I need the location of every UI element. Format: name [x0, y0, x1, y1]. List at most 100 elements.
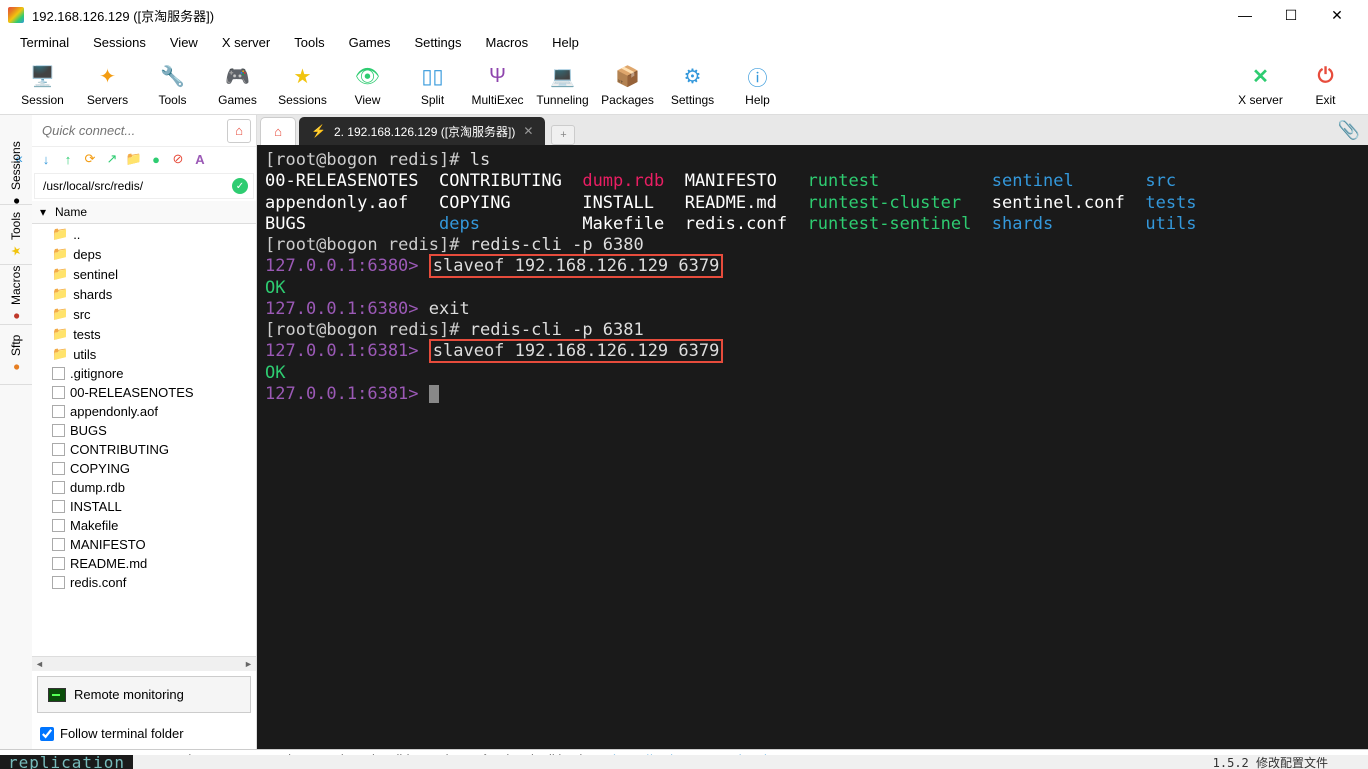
menu-macros[interactable]: Macros — [475, 32, 538, 53]
file-item[interactable]: README.md — [32, 554, 256, 573]
toolbar-games[interactable]: 🎮Games — [205, 62, 270, 107]
upload-icon[interactable]: ↑ — [60, 151, 76, 167]
scroll-left-icon[interactable]: ◄ — [32, 657, 47, 672]
follow-checkbox-input[interactable] — [40, 727, 54, 741]
new-folder-icon[interactable]: 📁 — [126, 151, 142, 167]
scrollbar-horizontal[interactable]: ◄ ► — [32, 656, 256, 671]
menu-xserver[interactable]: X server — [212, 32, 280, 53]
side-tab-macros[interactable]: ●Macros — [0, 265, 32, 325]
file-item[interactable]: 📁utils — [32, 344, 256, 364]
file-item[interactable]: Makefile — [32, 516, 256, 535]
record-icon: ● — [9, 309, 23, 323]
file-icon — [52, 424, 65, 437]
file-item[interactable]: 📁.. — [32, 224, 256, 244]
new-tab-button[interactable]: + — [551, 125, 575, 145]
file-item[interactable]: COPYING — [32, 459, 256, 478]
file-item[interactable]: 📁src — [32, 304, 256, 324]
file-icon — [52, 519, 65, 532]
file-item[interactable]: 📁tests — [32, 324, 256, 344]
close-button[interactable]: ✕ — [1314, 0, 1360, 30]
file-item[interactable]: redis.conf — [32, 573, 256, 592]
settings-icon: ⚙ — [679, 62, 707, 90]
green-icon[interactable]: ● — [148, 151, 164, 167]
terminal-output[interactable]: [root@bogon redis]# ls 00-RELEASENOTES C… — [257, 145, 1368, 749]
menu-games[interactable]: Games — [339, 32, 401, 53]
file-item[interactable]: CONTRIBUTING — [32, 440, 256, 459]
main-area: « ●Sessions ★Tools ●Macros ●Sftp ⌂ ↓ ↑ ⟳… — [0, 115, 1368, 749]
file-item[interactable]: .gitignore — [32, 364, 256, 383]
toolbar-view[interactable]: 👁View — [335, 62, 400, 107]
file-icon — [52, 538, 65, 551]
menu-help[interactable]: Help — [542, 32, 589, 53]
tab-terminal-1[interactable]: ⚡ 2. 192.168.126.129 ([京淘服务器]) ✕ — [299, 117, 545, 145]
folder-up-icon: 📁 — [52, 226, 68, 242]
menu-terminal[interactable]: Terminal — [10, 32, 79, 53]
delete-icon[interactable]: ⊘ — [170, 151, 186, 167]
file-item[interactable]: 📁sentinel — [32, 264, 256, 284]
file-item[interactable]: appendonly.aof — [32, 402, 256, 421]
quick-connect-input[interactable] — [37, 118, 227, 143]
side-tab-tools[interactable]: ★Tools — [0, 205, 32, 265]
multiexec-icon: Ψ — [484, 62, 512, 90]
home-icon: ⌂ — [274, 124, 282, 139]
cursor — [429, 385, 439, 403]
toolbar-split[interactable]: ▯▯Split — [400, 62, 465, 107]
menu-bar: Terminal Sessions View X server Tools Ga… — [0, 30, 1368, 55]
menu-sessions[interactable]: Sessions — [83, 32, 156, 53]
toolbar: 🖥️Session✦Servers🔧Tools🎮Games★Sessions👁V… — [0, 55, 1368, 115]
file-item[interactable]: INSTALL — [32, 497, 256, 516]
toolbar-tunneling[interactable]: 💻Tunneling — [530, 62, 595, 107]
file-item[interactable]: BUGS — [32, 421, 256, 440]
toolbar-packages[interactable]: 📦Packages — [595, 62, 660, 107]
window-title: 192.168.126.129 ([京淘服务器]) — [32, 6, 1222, 25]
download-icon[interactable]: ↓ — [38, 151, 54, 167]
toolbar-settings[interactable]: ⚙Settings — [660, 62, 725, 107]
menu-settings[interactable]: Settings — [405, 32, 472, 53]
toolbar-tools[interactable]: 🔧Tools — [140, 62, 205, 107]
view-icon: 👁 — [354, 62, 382, 90]
folder-icon: 📁 — [52, 306, 68, 322]
file-icon — [52, 386, 65, 399]
file-item[interactable]: 📁shards — [32, 284, 256, 304]
tools-icon: 🔧 — [159, 62, 187, 90]
file-list-header[interactable]: ▾ Name — [32, 201, 256, 224]
minimize-button[interactable]: — — [1222, 0, 1268, 30]
menu-view[interactable]: View — [160, 32, 208, 53]
parent-icon[interactable]: ↗ — [104, 151, 120, 167]
file-icon — [52, 367, 65, 380]
toolbar-sessions[interactable]: ★Sessions — [270, 62, 335, 107]
globe-icon: ● — [9, 360, 23, 374]
toolbar-exit[interactable]: ⏻Exit — [1293, 62, 1358, 107]
bg-text-left: replication — [0, 755, 133, 769]
file-item[interactable]: 00-RELEASENOTES — [32, 383, 256, 402]
scroll-right-icon[interactable]: ► — [241, 657, 256, 672]
toolbar-session[interactable]: 🖥️Session — [10, 62, 75, 107]
app-icon — [8, 7, 24, 23]
background-bottom: replication 1.5.2 修改配置文件 — [0, 755, 1368, 769]
file-list[interactable]: 📁..📁deps📁sentinel📁shards📁src📁tests📁utils… — [32, 224, 256, 656]
folder-icon: 📁 — [52, 266, 68, 282]
toolbar-servers[interactable]: ✦Servers — [75, 62, 140, 107]
remote-monitoring-button[interactable]: Remote monitoring — [37, 676, 251, 713]
follow-terminal-checkbox[interactable]: Follow terminal folder — [32, 718, 256, 749]
path-input[interactable] — [40, 176, 232, 196]
tab-close-icon[interactable]: ✕ — [523, 124, 533, 138]
folder-icon: 📁 — [52, 286, 68, 302]
menu-tools[interactable]: Tools — [284, 32, 334, 53]
file-item[interactable]: MANIFESTO — [32, 535, 256, 554]
a-icon[interactable]: A — [192, 151, 208, 167]
maximize-button[interactable]: ☐ — [1268, 0, 1314, 30]
sessions-icon: ★ — [289, 62, 317, 90]
toolbar-multiexec[interactable]: ΨMultiExec — [465, 62, 530, 107]
file-item[interactable]: dump.rdb — [32, 478, 256, 497]
home-button[interactable]: ⌂ — [227, 119, 251, 143]
tab-home[interactable]: ⌂ — [260, 117, 296, 145]
side-tab-sftp[interactable]: ●Sftp — [0, 325, 32, 385]
side-tab-sessions[interactable]: ●Sessions — [0, 145, 32, 205]
toolbar-help[interactable]: ⓘHelp — [725, 62, 790, 107]
paperclip-icon[interactable]: 📎 — [1338, 120, 1360, 141]
refresh-icon[interactable]: ⟳ — [82, 151, 98, 167]
toolbar-x-server[interactable]: ✕X server — [1228, 62, 1293, 107]
side-tabs: « ●Sessions ★Tools ●Macros ●Sftp — [0, 115, 32, 749]
file-item[interactable]: 📁deps — [32, 244, 256, 264]
